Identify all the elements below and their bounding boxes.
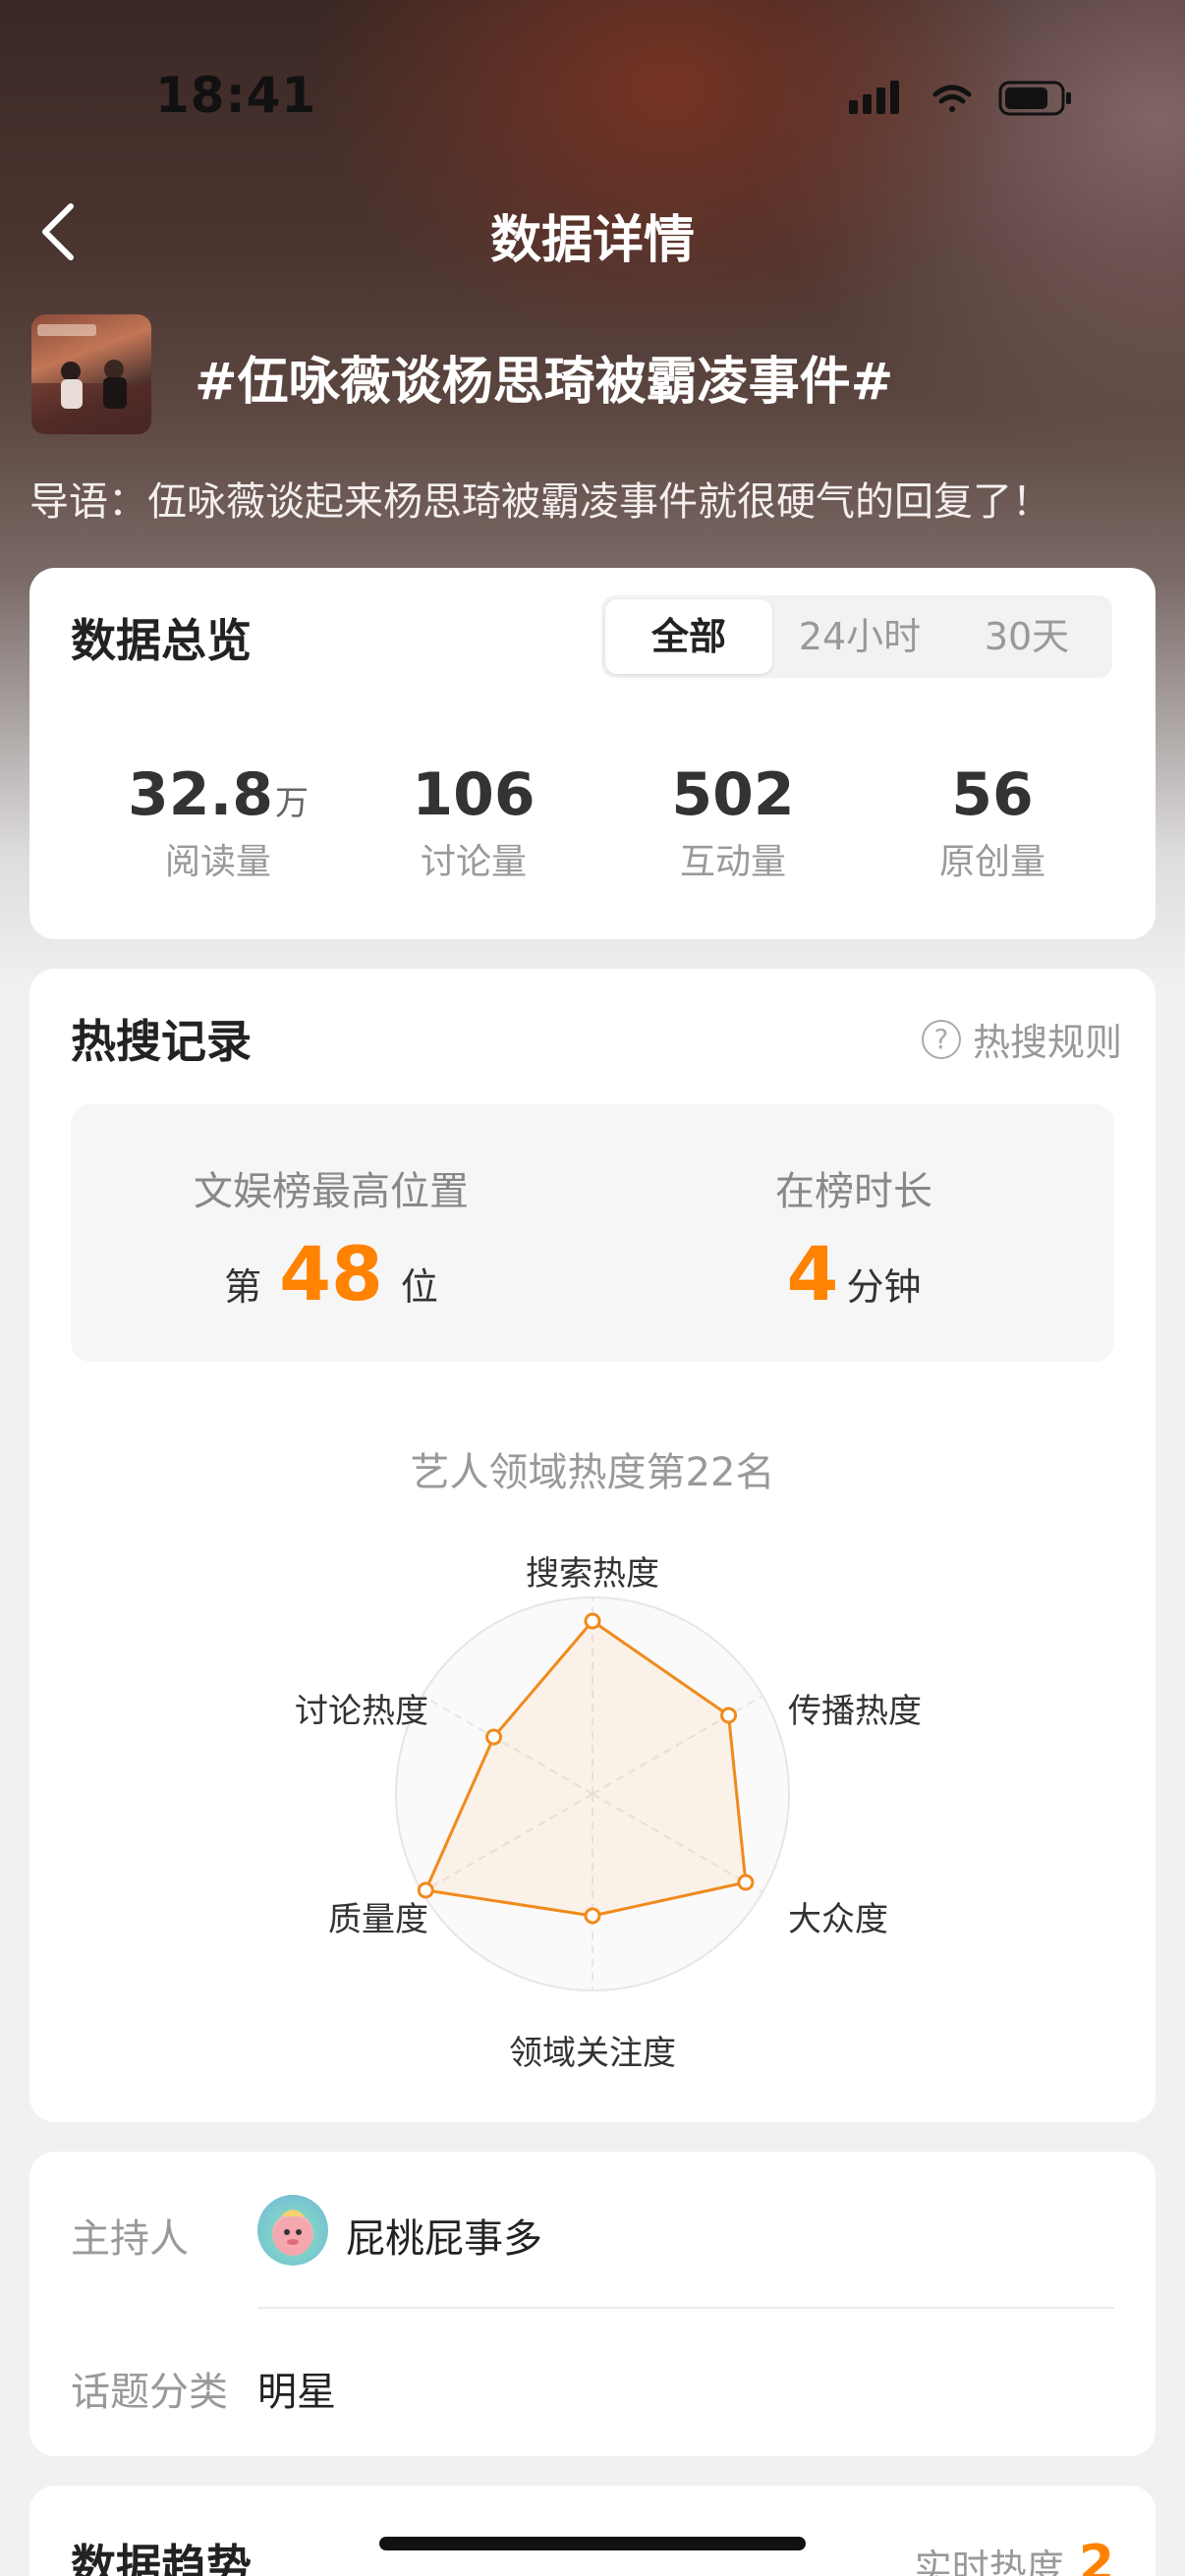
realtime-value: 2: [1078, 2535, 1114, 2576]
realtime-label: 实时热度: [914, 2547, 1064, 2576]
trend-title: 数据趋势: [71, 2540, 252, 2576]
rank-prefix: 第: [224, 1265, 262, 1309]
host-name[interactable]: 屁桃屁事多: [346, 2207, 542, 2264]
topic-title: #伍咏薇谈杨思琦被霸凌事件#: [195, 353, 894, 412]
radar-label-public: 大众度: [788, 1900, 888, 1939]
hot-search-card: 热搜记录 ? 热搜规则 文娱榜最高位置 第 48 位 在榜时长 4 分钟 艺人领域热度…: [29, 969, 1156, 2122]
battery-icon: [998, 81, 1071, 116]
stat-originals: 56 原创量: [865, 760, 1120, 884]
stat-label: 讨论量: [420, 842, 527, 882]
best-position-label: 文娱榜最高位置: [194, 1169, 469, 1214]
tab-all[interactable]: 全部: [605, 599, 772, 674]
duration-value: 4 分钟: [593, 1230, 1114, 1317]
radar-point-5: [485, 1728, 503, 1746]
wifi-icon: [932, 84, 972, 112]
hot-search-rules-link[interactable]: ? 热搜规则: [921, 1012, 1122, 1066]
overview-title: 数据总览: [71, 614, 252, 667]
status-icons: [849, 81, 1071, 116]
radar-point-3: [584, 1907, 601, 1925]
stat-discussions: 106 讨论量: [346, 760, 601, 884]
duration-number: 4: [786, 1230, 839, 1317]
radar-label-spread: 传播热度: [788, 1692, 922, 1731]
radar-caption: 艺人领域热度第22名: [410, 1450, 775, 1495]
stat-value: 502: [671, 760, 795, 829]
tab-24h[interactable]: 24小时: [776, 595, 943, 678]
page-title: 数据详情: [489, 211, 695, 270]
radar-chart: [395, 1596, 790, 1991]
signal-icon: [849, 81, 899, 114]
stat-value: 56: [951, 760, 1034, 829]
status-time: 18:41: [155, 67, 317, 124]
stat-label: 互动量: [679, 842, 786, 882]
topic-info-card: 主持人 屁桃屁事多 话题分类 明星: [29, 2152, 1156, 2456]
radar-label-quality: 质量度: [328, 1900, 428, 1939]
radar-label-search: 搜索热度: [526, 1554, 659, 1594]
realtime-heat: 实时热度 2: [915, 2535, 1114, 2576]
stat-interactions: 502 互动量: [605, 760, 861, 884]
rank-suffix: 位: [400, 1265, 438, 1309]
radar-label-discussion: 讨论热度: [295, 1692, 428, 1731]
rules-label: 热搜规则: [972, 1021, 1122, 1064]
hot-search-title: 热搜记录: [71, 1015, 252, 1068]
rank-number: 48: [279, 1230, 383, 1317]
duration-unit: 分钟: [846, 1265, 922, 1309]
trend-card: 数据趋势 实时热度 2: [29, 2486, 1156, 2576]
radar-point-1: [720, 1707, 738, 1724]
stat-label: 阅读量: [164, 842, 271, 882]
info-divider: [257, 2307, 1114, 2309]
home-indicator: [379, 2537, 806, 2550]
best-position-value: 第 48 位: [71, 1230, 592, 1317]
question-circle-icon: ?: [921, 1019, 961, 1059]
stat-value: 32.8: [127, 760, 274, 829]
topic-intro: 导语：伍咏薇谈起来杨思琦被霸凌事件就很硬气的回复了！: [29, 479, 1051, 525]
duration-label: 在榜时长: [775, 1169, 932, 1214]
stat-value: 106: [412, 760, 536, 829]
tab-30d[interactable]: 30天: [943, 595, 1110, 678]
host-avatar[interactable]: [257, 2195, 328, 2266]
radar-label-field: 领域关注度: [509, 2034, 676, 2073]
topic-thumbnail[interactable]: [31, 314, 151, 434]
stat-unit: 万: [275, 784, 310, 823]
rank-summary: 文娱榜最高位置 第 48 位 在榜时长 4 分钟: [71, 1104, 1114, 1362]
stat-reads: 32.8万 阅读量: [90, 760, 346, 884]
time-range-segment: 全部 24小时 30天: [601, 595, 1112, 678]
stat-label: 原创量: [938, 842, 1045, 882]
host-label: 主持人: [71, 2216, 189, 2262]
radar-point-0: [584, 1612, 601, 1630]
overview-card: 数据总览 全部 24小时 30天 32.8万 阅读量 106 讨论量 502 互…: [29, 568, 1156, 939]
category-value: 明星: [257, 2370, 336, 2415]
radar-point-2: [737, 1874, 755, 1891]
category-label: 话题分类: [71, 2370, 228, 2415]
